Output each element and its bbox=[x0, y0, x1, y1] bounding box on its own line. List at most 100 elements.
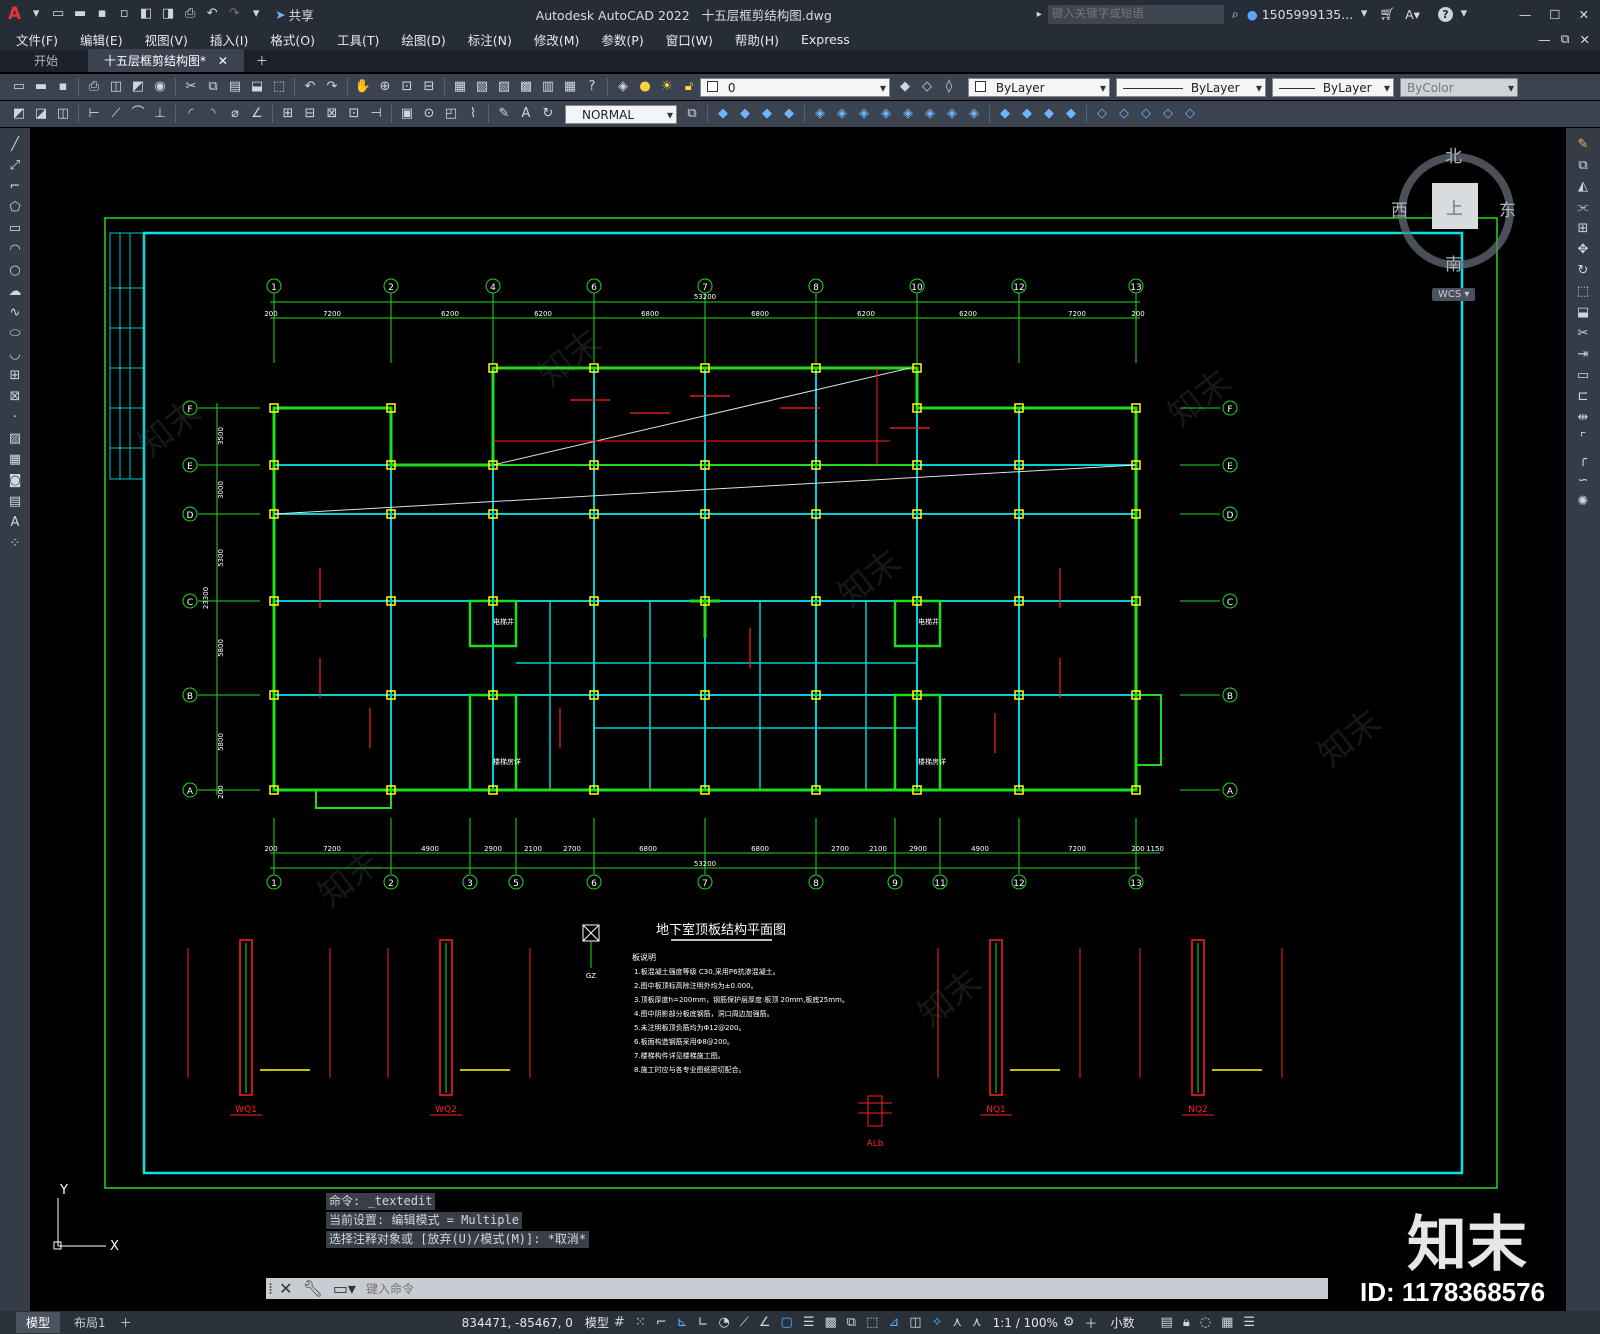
continue-dim-icon[interactable]: ⊠ bbox=[323, 105, 341, 123]
layer-dropdown[interactable]: 0 bbox=[700, 77, 890, 98]
dynamic-ucs-icon[interactable]: ⊿ bbox=[888, 1315, 899, 1330]
lineweight-dropdown[interactable]: ByLayer bbox=[1272, 77, 1394, 98]
open-file-icon[interactable]: ▬ bbox=[71, 5, 89, 23]
lock-ui-icon[interactable]: 🔒︎ bbox=[1183, 1315, 1190, 1330]
preview-icon[interactable]: ◫ bbox=[107, 78, 125, 96]
grid-display-icon[interactable]: # bbox=[614, 1315, 625, 1330]
design-center-icon[interactable]: ▧ bbox=[473, 78, 491, 96]
array-icon[interactable]: ⊞ bbox=[1574, 220, 1592, 238]
wedge-icon[interactable]: ◆ bbox=[736, 105, 754, 123]
quick-access-dropdown-icon[interactable]: ▾ bbox=[247, 5, 265, 23]
clean-screen-icon[interactable]: ☰ bbox=[1243, 1315, 1255, 1330]
scale-icon[interactable]: ⬚ bbox=[1574, 283, 1592, 301]
markup-icon[interactable]: ▥ bbox=[539, 78, 557, 96]
menu-parametric[interactable]: 参数(P) bbox=[601, 30, 643, 49]
arc-icon[interactable]: ◠ bbox=[6, 241, 24, 259]
close-button[interactable]: ✕ bbox=[1579, 7, 1589, 22]
line-icon[interactable]: ╱ bbox=[6, 136, 24, 154]
tab-start[interactable]: 开始 bbox=[18, 49, 74, 72]
snap-mode-icon[interactable]: ⁙ bbox=[635, 1315, 646, 1330]
tab-close-icon[interactable]: ✕ bbox=[218, 54, 228, 68]
account-icon[interactable]: A▾ bbox=[1405, 7, 1420, 22]
break-icon[interactable]: ⊏ bbox=[1574, 388, 1592, 406]
extrude-icon[interactable]: ◈ bbox=[811, 105, 829, 123]
trim-icon[interactable]: ✂ bbox=[1574, 325, 1592, 343]
3darray-icon[interactable]: ◆ bbox=[1062, 105, 1080, 123]
redo-icon[interactable]: ↷ bbox=[225, 5, 243, 23]
zoom-previous-icon[interactable]: ⊟ bbox=[420, 78, 438, 96]
auto-scale-icon[interactable]: ⋏ bbox=[972, 1315, 982, 1330]
new-file-icon[interactable]: ▭ bbox=[49, 5, 67, 23]
app-menu-chevron-icon[interactable]: ▾ bbox=[27, 5, 45, 23]
sheet-set-icon[interactable]: ▩ bbox=[517, 78, 535, 96]
stretch-icon[interactable]: ⬓ bbox=[1574, 304, 1592, 322]
3drotate-icon[interactable]: ◆ bbox=[1018, 105, 1036, 123]
open-icon[interactable]: ▬ bbox=[32, 78, 50, 96]
new-tab-button[interactable]: ＋ bbox=[256, 52, 268, 72]
baseline-dim-icon[interactable]: ⊟ bbox=[301, 105, 319, 123]
menu-insert[interactable]: 插入(I) bbox=[210, 30, 248, 49]
viewcube-north[interactable]: 北 bbox=[1445, 142, 1462, 167]
save-tool-icon[interactable]: ▪ bbox=[54, 78, 72, 96]
menu-dimension[interactable]: 标注(N) bbox=[468, 30, 512, 49]
diameter-dim-icon[interactable]: ⌀ bbox=[226, 105, 244, 123]
menu-edit[interactable]: 编辑(E) bbox=[80, 30, 123, 49]
app-logo-icon[interactable]: A bbox=[8, 4, 21, 24]
join-icon[interactable]: ⇹ bbox=[1574, 409, 1592, 427]
dim-break-icon[interactable]: ⊣ bbox=[367, 105, 385, 123]
cart-icon[interactable]: 🛒︎ bbox=[1379, 6, 1395, 22]
undo-icon[interactable]: ↶ bbox=[203, 5, 221, 23]
search-icon[interactable]: ⌕ bbox=[1232, 6, 1239, 22]
gradient-icon[interactable]: ▦ bbox=[6, 451, 24, 469]
user-icon[interactable]: ● bbox=[1247, 7, 1258, 22]
viewcube-east[interactable]: 东 bbox=[1499, 196, 1516, 221]
sphere-icon[interactable]: ◆ bbox=[780, 105, 798, 123]
viewcube-south[interactable]: 南 bbox=[1445, 250, 1462, 275]
jogged-dim-icon[interactable]: ◝ bbox=[204, 105, 222, 123]
arc-length-icon[interactable]: ⌒ bbox=[129, 105, 147, 123]
share-button[interactable]: 共享 bbox=[289, 5, 314, 24]
break-at-point-icon[interactable]: ▭ bbox=[1574, 367, 1592, 385]
insert-block-icon[interactable]: ⊞ bbox=[6, 367, 24, 385]
command-grip-icon[interactable]: ⁞ bbox=[268, 1279, 273, 1298]
3dmove-icon[interactable]: ◆ bbox=[996, 105, 1014, 123]
rotate-icon[interactable]: ↻ bbox=[1574, 262, 1592, 280]
menu-draw[interactable]: 绘图(D) bbox=[401, 30, 445, 49]
dim-space-icon[interactable]: ⊡ bbox=[345, 105, 363, 123]
dim-edit-icon[interactable]: ✎ bbox=[495, 105, 513, 123]
chamfer-icon[interactable]: ⌜ bbox=[1574, 430, 1592, 448]
menu-format[interactable]: 格式(O) bbox=[270, 30, 315, 49]
layer-properties-icon[interactable]: ◈ bbox=[614, 78, 632, 96]
pan-icon[interactable]: ✋ bbox=[354, 78, 372, 96]
ucs-object-icon[interactable]: ◇ bbox=[1181, 105, 1199, 123]
ucs-previous-icon[interactable]: ◇ bbox=[1137, 105, 1155, 123]
copy-icon[interactable]: ⧉ bbox=[204, 78, 222, 96]
explode-icon[interactable]: ✺ bbox=[1574, 493, 1592, 511]
polygon-icon[interactable]: ⬠ bbox=[6, 199, 24, 217]
make-block-icon[interactable]: ⊠ bbox=[6, 388, 24, 406]
isodraft-icon[interactable]: ⟋ bbox=[740, 1315, 749, 1330]
lineweight-toggle-icon[interactable]: ☰ bbox=[803, 1315, 815, 1330]
properties-icon[interactable]: ▦ bbox=[451, 78, 469, 96]
menu-view[interactable]: 视图(V) bbox=[145, 30, 188, 49]
point-icon[interactable]: · bbox=[6, 409, 24, 427]
menu-window[interactable]: 窗口(W) bbox=[666, 30, 713, 49]
mirror-icon[interactable]: ◭ bbox=[1574, 178, 1592, 196]
copy-object-icon[interactable]: ⧉ bbox=[1574, 157, 1592, 175]
tab-layout1[interactable]: 布局1 bbox=[74, 1314, 106, 1331]
annotation-visibility-icon[interactable]: ⋏ bbox=[953, 1315, 963, 1330]
tool-palettes-icon[interactable]: ▨ bbox=[495, 78, 513, 96]
infer-constraints-icon[interactable]: ⌐ bbox=[656, 1315, 667, 1330]
command-customize-icon[interactable]: 🔧︎ bbox=[303, 1279, 323, 1298]
menu-express[interactable]: Express bbox=[801, 32, 850, 47]
selection-filter-icon[interactable]: ◫ bbox=[909, 1315, 921, 1330]
add-layout-button[interactable]: ＋ bbox=[120, 1314, 132, 1331]
ortho-icon[interactable]: ∟ bbox=[698, 1315, 709, 1330]
zoom-realtime-icon[interactable]: ⊕ bbox=[376, 78, 394, 96]
tab-document[interactable]: 十五层框剪结构图* ✕ bbox=[88, 49, 244, 72]
undo-tool-icon[interactable]: ↶ bbox=[301, 78, 319, 96]
ellipse-icon[interactable]: ⬭ bbox=[6, 325, 24, 343]
paste-icon[interactable]: ▤ bbox=[226, 78, 244, 96]
redo-tool-icon[interactable]: ↷ bbox=[323, 78, 341, 96]
dim-style-dropdown[interactable]: NORMAL bbox=[565, 104, 677, 125]
